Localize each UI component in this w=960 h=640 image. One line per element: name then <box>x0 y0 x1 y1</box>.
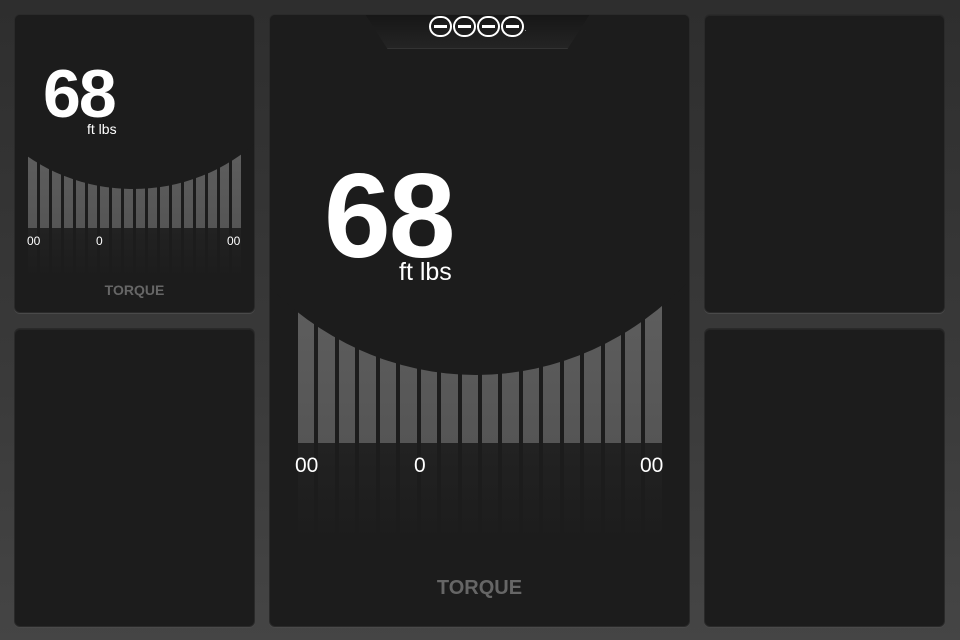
gauge-label: TORQUE <box>436 577 523 599</box>
logo-letter: E <box>452 16 476 37</box>
gauge-unit: ft lbs <box>399 258 452 286</box>
gauge-bar-reflection <box>40 228 49 278</box>
gauge-bar-reflection <box>481 443 499 543</box>
gauge-bar-reflection <box>359 443 376 543</box>
gauge-bars-reflection <box>298 443 662 543</box>
gauge-bar-reflection <box>172 228 181 278</box>
gauge-bar-reflection <box>208 228 217 278</box>
gauge-bar-reflection <box>338 443 356 543</box>
gauge-bar-reflection <box>112 228 121 278</box>
gauge-bar-reflection <box>563 443 581 543</box>
gauge-bar-reflection <box>196 228 205 278</box>
gauge-bar-reflection <box>160 228 169 278</box>
gauge-bar-reflection <box>76 228 85 278</box>
torque-gauge-large-panel[interactable]: 68 ft lbs 00 0 00 TORQUE Z E R O . <box>269 14 690 627</box>
gauge-bar-reflection <box>124 228 133 278</box>
dashboard-screen: 68 ft lbs 00 0 00 TORQUE 68 ft lbs 00 0 … <box>0 0 960 640</box>
logo-letter: Z <box>428 16 452 37</box>
gauge-bar-reflection <box>502 443 519 543</box>
gauge-unit: ft lbs <box>87 121 117 137</box>
gauge-bar-reflection <box>318 443 335 543</box>
empty-panel-top-right[interactable] <box>704 14 945 313</box>
logo-trademark-dot: . <box>524 27 527 33</box>
gauge-bar-reflection <box>148 228 157 278</box>
empty-panel-bottom-left[interactable] <box>14 328 255 627</box>
gauge-bar-reflection <box>52 228 61 278</box>
gauge-bar-reflection <box>625 443 642 543</box>
logo-letter: O <box>500 16 524 37</box>
gauge-tick-mid: 0 <box>96 234 103 248</box>
logo-letter: R <box>476 16 500 37</box>
gauge-bar-reflection <box>441 443 458 543</box>
empty-panel-bottom-right[interactable] <box>704 328 945 627</box>
torque-gauge-small-panel[interactable]: 68 ft lbs 00 0 00 TORQUE <box>14 14 255 313</box>
gauge-bar-reflection <box>461 443 478 543</box>
gauge-tick-max: 00 <box>640 454 664 477</box>
gauge-bars-reflection <box>28 228 241 278</box>
brand-header-tab: Z E R O . <box>365 15 590 49</box>
gauge-tick-max: 00 <box>227 234 241 248</box>
zero-logo: Z E R O . <box>365 16 590 37</box>
gauge-bar-reflection <box>522 443 540 543</box>
gauge-label: TORQUE <box>104 282 165 298</box>
gauge-bar-reflection <box>584 443 601 543</box>
gauge-bar-reflection <box>543 443 560 543</box>
gauge-bar-reflection <box>379 443 397 543</box>
gauge-tick-min: 00 <box>27 234 41 248</box>
gauge-bar-reflection <box>64 228 73 278</box>
gauge-bar-reflection <box>604 443 621 543</box>
gauge-bar-reflection <box>184 228 193 278</box>
gauge-tick-min: 00 <box>295 454 319 477</box>
gauge-bar-reflection <box>136 228 145 278</box>
gauge-tick-mid: 0 <box>414 454 426 477</box>
